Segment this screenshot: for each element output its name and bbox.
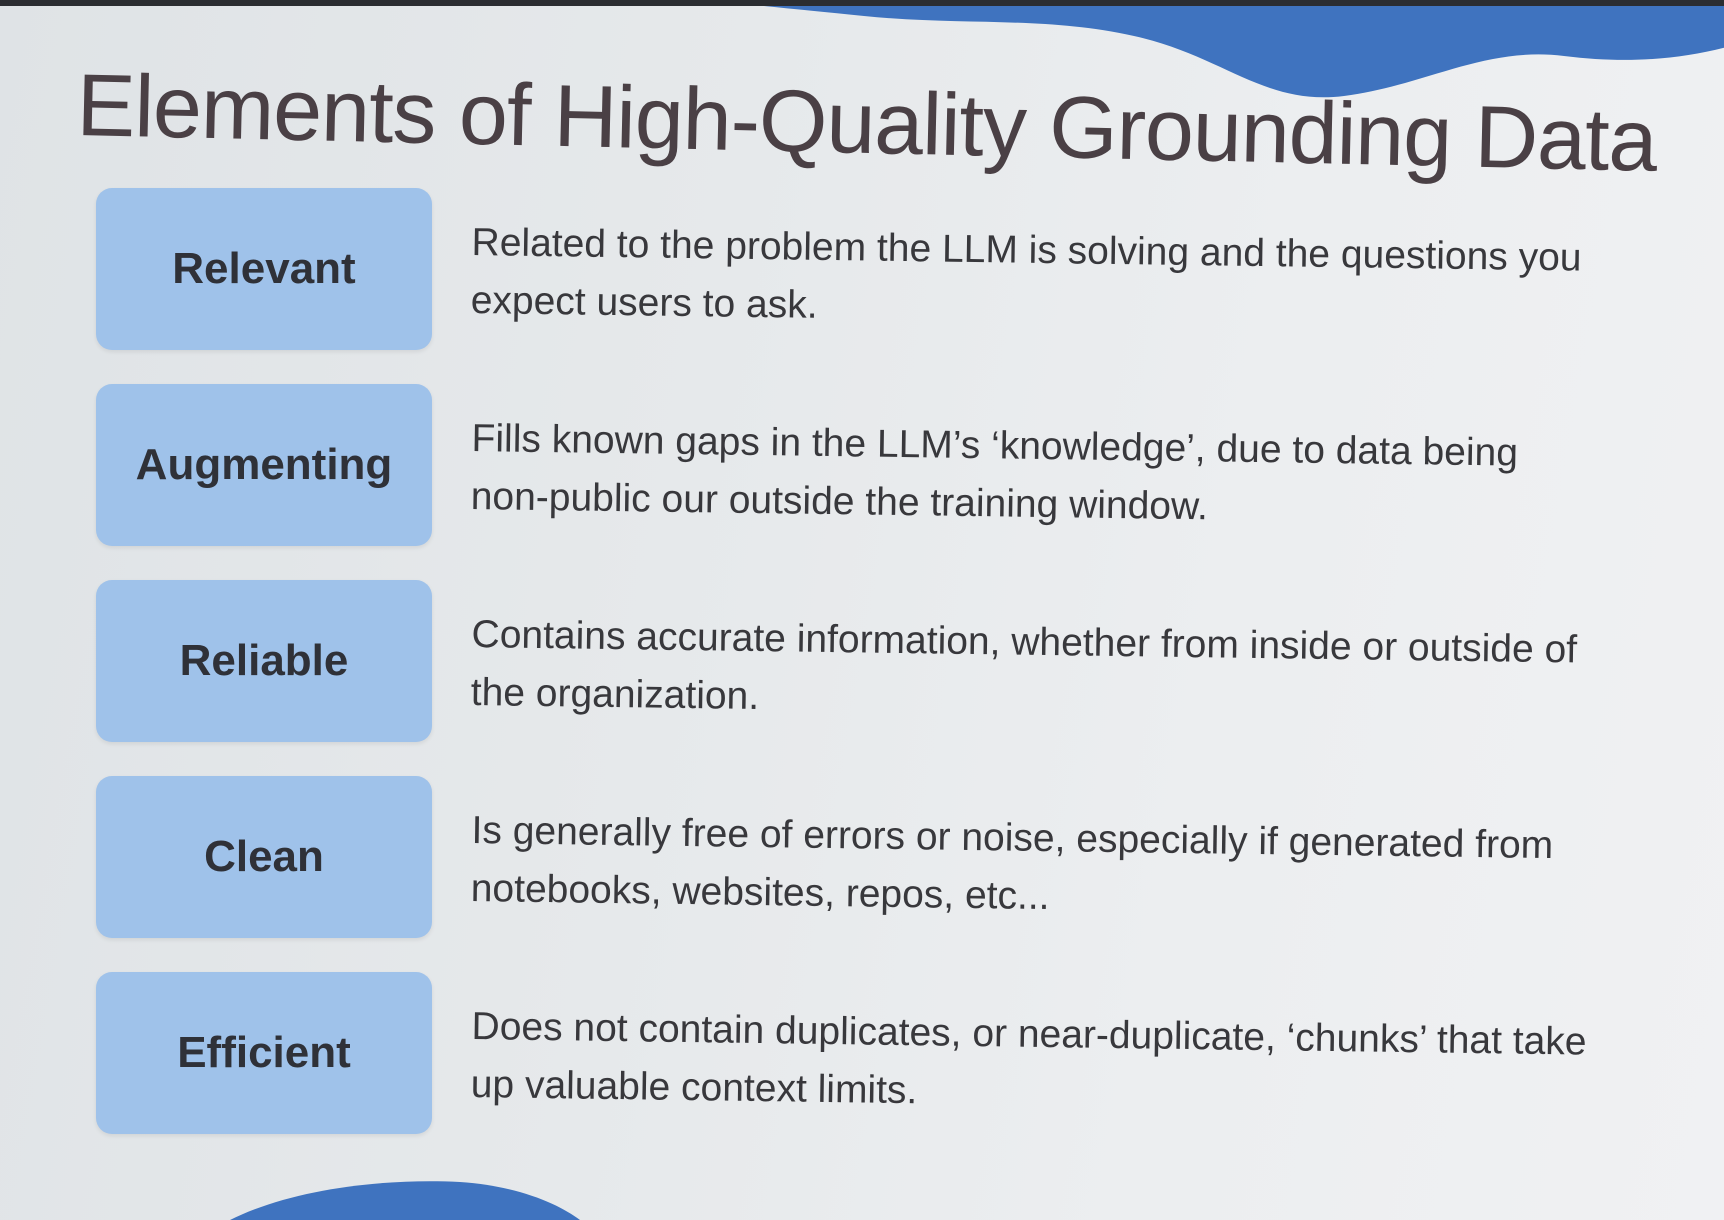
label-reliable: Reliable — [179, 636, 349, 685]
description-augmenting: Fills known gaps in the LLM’s ‘knowledge… — [470, 416, 1519, 529]
description-efficient: Does not contain duplicates, or near-dup… — [470, 1004, 1587, 1113]
description-clean: Is generally free of errors or noise, es… — [470, 808, 1554, 919]
label-box-efficient: Efficient — [96, 972, 432, 1134]
label-box-clean: Clean — [96, 776, 432, 938]
element-row-clean: Clean Is generally free of errors or noi… — [0, 776, 1724, 946]
elements-list: Relevant Related to the problem the LLM … — [0, 6, 1724, 1220]
label-box-relevant: Relevant — [96, 188, 432, 350]
label-relevant: Relevant — [172, 244, 356, 293]
element-row-efficient: Efficient Does not contain duplicates, o… — [0, 972, 1724, 1142]
element-row-reliable: Reliable Contains accurate information, … — [0, 580, 1724, 750]
description-reliable: Contains accurate information, whether f… — [470, 612, 1578, 719]
label-box-augmenting: Augmenting — [96, 384, 432, 546]
description-relevant: Related to the problem the LLM is solvin… — [470, 220, 1582, 327]
slide: Elements of High-Quality Grounding Data … — [0, 6, 1724, 1220]
label-augmenting: Augmenting — [135, 440, 393, 489]
label-clean: Clean — [204, 832, 324, 881]
element-row-augmenting: Augmenting Fills known gaps in the LLM’s… — [0, 384, 1724, 554]
label-box-reliable: Reliable — [96, 580, 432, 742]
element-row-relevant: Relevant Related to the problem the LLM … — [0, 188, 1724, 358]
label-efficient: Efficient — [177, 1028, 351, 1077]
